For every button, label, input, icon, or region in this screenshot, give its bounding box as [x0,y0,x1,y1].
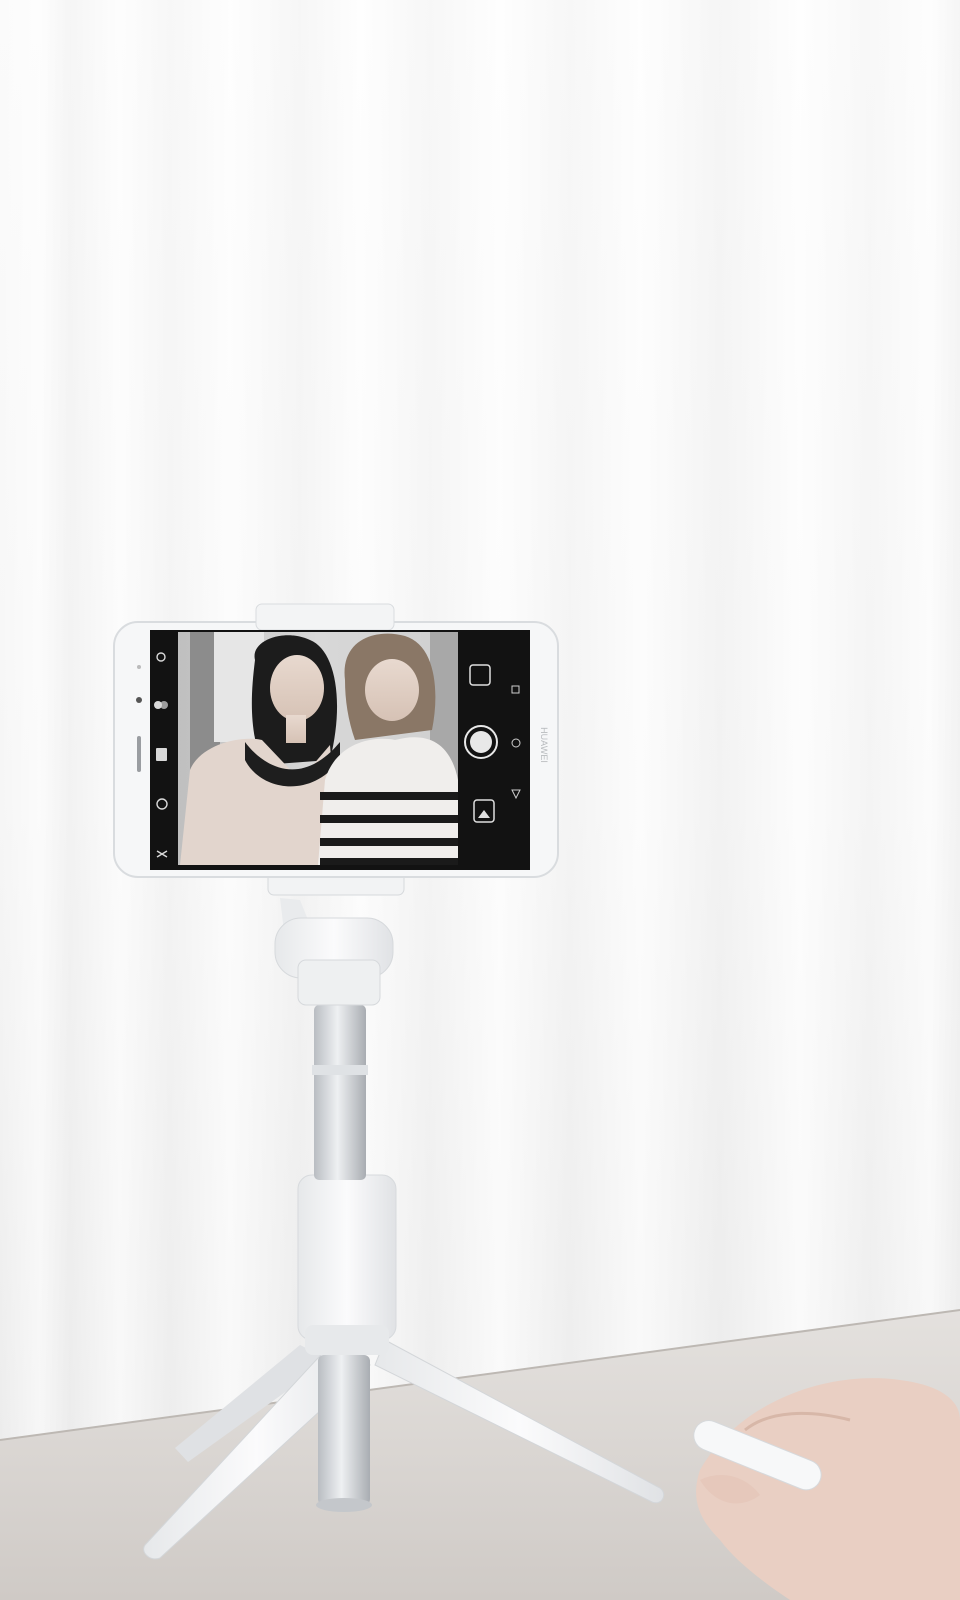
extendable-pole [314,1005,366,1180]
phone-clamp-top [255,603,395,631]
scene-illustration: HUAWEI [0,603,960,1600]
filter-icon [156,748,167,761]
selfie-preview [178,632,458,865]
selfie-stick-handle [297,1174,397,1341]
product-photo: HUAWEI [0,0,960,1600]
phone-brand-label: HUAWEI [539,727,549,763]
tripod-center-pole [318,1355,370,1505]
